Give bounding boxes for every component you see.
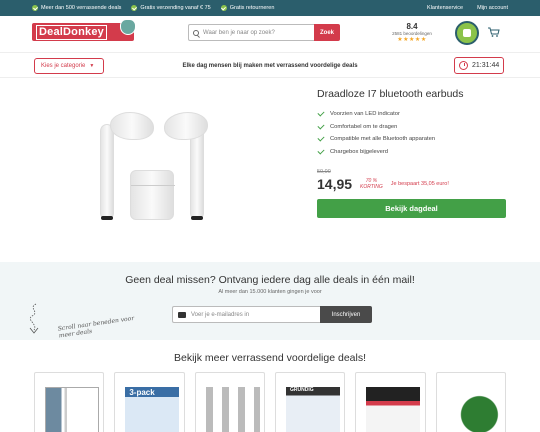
feature-item: Comfortabel om te dragen: [317, 121, 507, 134]
newsletter-title: Geen deal missen? Ontvang iedere dag all…: [125, 274, 415, 286]
deal-cards: [34, 372, 506, 432]
review-rating[interactable]: 8.4 2581 beoordelingen ★★★★★: [386, 22, 438, 43]
chevron-down-icon: ▼: [89, 63, 95, 69]
deal-thumbnail: [205, 387, 260, 432]
feature-list: Voorzien van LED indicator Comfortabel o…: [317, 108, 507, 158]
rating-stars: ★★★★★: [397, 37, 427, 43]
check-icon: [220, 5, 227, 11]
rating-score: 8.4: [406, 22, 418, 31]
category-dropdown[interactable]: Kies je categorie ▼: [34, 58, 104, 74]
deal-thumbnail: [366, 387, 421, 432]
check-icon: [317, 134, 325, 142]
savings-text: Je bespaart 35,05 euro!: [390, 181, 449, 187]
envelope-icon: [178, 311, 186, 318]
logo-text: DealDonkey: [36, 24, 107, 40]
customer-service-link[interactable]: Klantenservice: [427, 5, 463, 11]
timer-value: 21:31:44: [472, 62, 500, 69]
usp-label: Gratis retourneren: [229, 5, 275, 11]
cart-icon[interactable]: [488, 27, 500, 37]
discount-badge: 70 % KORTING: [360, 178, 383, 190]
current-price: 14,95: [317, 176, 353, 192]
check-icon: [131, 5, 138, 11]
earbud-left-head: [110, 112, 154, 140]
donkey-icon: [120, 19, 136, 35]
newsletter-form: Voer je e-mailadres in Inschrijven: [172, 306, 372, 323]
check-icon: [317, 122, 325, 130]
feature-item: Compatible met alle Bluetooth apparaten: [317, 133, 507, 146]
deal-thumbnail: [125, 387, 180, 432]
deal-card[interactable]: [114, 372, 185, 432]
more-deals-title: Bekijk meer verrassend voordelige deals!: [173, 352, 366, 364]
search-placeholder: Waar ben je naar op zoek?: [203, 29, 275, 36]
check-icon: [317, 109, 325, 117]
email-placeholder: Voer je e-mailadres in: [191, 311, 250, 318]
product-title: Draadloze I7 bluetooth earbuds: [317, 88, 464, 100]
view-deal-button[interactable]: Bekijk dagdeal: [317, 199, 506, 218]
check-icon: [32, 5, 38, 11]
feature-item: Chargebox bijgeleverd: [317, 146, 507, 159]
newsletter-subtitle: Al meer dan 15.000 klanten gingen je voo…: [218, 289, 322, 295]
newsletter-section: Geen deal missen? Ontvang iedere dag all…: [0, 262, 540, 340]
deal-card[interactable]: [34, 372, 105, 432]
product-image[interactable]: [34, 88, 310, 256]
charging-case: [130, 170, 175, 220]
deal-thumbnail: [285, 387, 340, 432]
my-account-link[interactable]: Mijn account: [477, 5, 508, 11]
tagline: Elke dag mensen blij maken met verrassen…: [182, 63, 358, 69]
clock-icon: [459, 61, 468, 70]
usp-item: Gratis retourneren: [220, 5, 275, 11]
arrow-doodle-icon: [29, 303, 39, 334]
product-info: Draadloze I7 bluetooth earbuds Voorzien …: [317, 88, 507, 256]
header: DealDonkey Waar ben je naar op zoek? Zoe…: [0, 16, 540, 52]
earbud-left-tip: [101, 216, 113, 220]
deal-card[interactable]: [355, 372, 426, 432]
usp-label: Gratis verzending vanaf € 75: [140, 5, 211, 11]
feature-label: Comfortabel om te dragen: [330, 123, 398, 130]
usp-label: Meer dan 500 verrassende deals: [41, 5, 122, 11]
usp-item: Meer dan 500 verrassende deals: [32, 5, 121, 11]
scroll-hint: Scroll naar beneden voor meer deals: [57, 314, 135, 340]
earbud-left-stem: [100, 124, 114, 220]
search-icon: [193, 29, 199, 36]
feature-label: Voorzien van LED indicator: [330, 111, 400, 118]
deal-card[interactable]: [274, 372, 346, 432]
webshop-keurmerk-badge-icon[interactable]: [455, 21, 479, 45]
top-bar: Meer dan 500 verrassende deals Gratis ve…: [0, 0, 540, 16]
feature-label: Chargebox bijgeleverd: [330, 148, 389, 155]
check-icon: [317, 147, 325, 155]
deal-thumbnail: [45, 387, 99, 432]
site-logo[interactable]: DealDonkey: [32, 19, 136, 41]
subscribe-button[interactable]: Inschrijven: [320, 306, 372, 323]
deal-thumbnail: [446, 387, 501, 432]
feature-item: Voorzien van LED indicator: [317, 108, 507, 121]
deal-card[interactable]: [435, 372, 506, 432]
search-button[interactable]: Zoek: [314, 24, 340, 41]
discount-label: KORTING: [360, 184, 383, 190]
sub-navigation: Kies je categorie ▼ Elke dag mensen blij…: [0, 52, 540, 78]
usp-item: Gratis verzending vanaf € 75: [131, 5, 211, 11]
earbud-right-head: [164, 112, 208, 140]
deal-card[interactable]: [194, 372, 265, 432]
search-bar: Waar ben je naar op zoek? Zoek: [188, 24, 340, 41]
category-label: Kies je categorie: [41, 63, 86, 69]
feature-label: Compatible met alle Bluetooth apparaten: [330, 136, 436, 143]
deal-timer: 21:31:44: [454, 57, 504, 74]
price-row: 14,95 70 % KORTING Je bespaart 35,05 eur…: [317, 175, 507, 193]
email-field[interactable]: Voer je e-mailadres in: [172, 306, 320, 323]
earbud-right-tip: [191, 216, 203, 220]
search-input[interactable]: Waar ben je naar op zoek?: [188, 24, 314, 41]
